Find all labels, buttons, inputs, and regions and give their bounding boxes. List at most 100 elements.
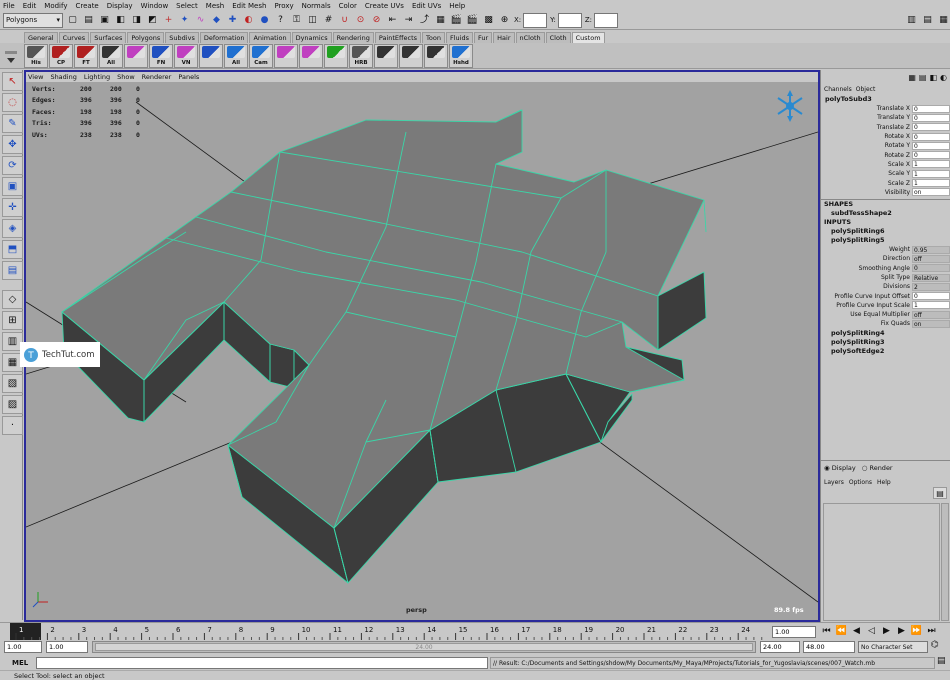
attr-value[interactable]: 0 [912,104,950,113]
attr-value[interactable]: on [912,188,950,197]
show-channel-box-icon[interactable]: ▦ [937,13,950,27]
play-forward-icon[interactable]: ▶ [880,625,893,638]
channel-attr-row[interactable]: Rotate X0 [821,132,950,141]
step-back-key-icon[interactable]: ⏪ [835,625,848,638]
viewport-canvas[interactable] [26,82,818,620]
mask-curves-icon[interactable]: ∿ [194,13,207,27]
channel-attr-row[interactable]: Profile Curve Input Offset 0 [821,291,950,301]
channel-attr-row[interactable]: Scale Y1 [821,169,950,178]
attr-value[interactable]: 1 [912,301,950,310]
shelf-button-0[interactable]: His [24,43,48,68]
shelf-tab-custom[interactable]: Custom [571,32,605,43]
polygon-model[interactable] [61,109,707,584]
channel-attr-row[interactable]: Weight 0.95 [821,245,950,254]
render-radio[interactable]: ○ Render [862,464,893,472]
shelf-button-3[interactable]: All [99,43,123,68]
shelf-tab-dynamics[interactable]: Dynamics [291,32,332,43]
move-tool-icon[interactable]: ✥ [2,135,23,154]
menu-item-edit-uvs[interactable]: Edit UVs [412,2,441,10]
attr-value[interactable]: 1 [912,160,950,169]
snap-grid-icon[interactable]: # [322,13,335,27]
channel-attr-row[interactable]: Split Type Relative [821,273,950,282]
hypershade-layout-icon[interactable]: ▧ [2,374,23,393]
script-editor-icon[interactable]: ▤ [937,656,946,666]
mel-command-input[interactable] [36,657,488,669]
last-tool-icon[interactable]: ▤ [2,261,23,280]
shelf-tab-toon[interactable]: Toon [422,32,445,43]
shelf-button-1[interactable]: CP [49,43,73,68]
x-field[interactable] [523,12,548,28]
go-to-start-icon[interactable]: ⏮ [820,625,833,638]
channel-attr-row[interactable]: Direction off [821,254,950,263]
mask-surfaces-icon[interactable]: ◆ [210,13,223,27]
attr-value[interactable]: 0 [912,123,950,132]
channel-attr-row[interactable]: Divisions 2 [821,282,950,291]
snap-view-plane-icon[interactable]: ⊘ [370,13,383,27]
menu-item-color[interactable]: Color [339,2,357,10]
channel-box-toggle-icon[interactable]: ▦ [908,73,916,82]
shelf-tab-general[interactable]: General [24,32,58,43]
single-perspective-layout-icon[interactable]: ◇ [2,290,23,309]
range-slider-handle[interactable]: 24.00 [95,643,753,651]
input-node[interactable]: polySplitRing4 [821,329,950,338]
shape-node[interactable]: subdTessShape2 [821,209,950,218]
viewport-menu-lighting[interactable]: Lighting [84,73,110,81]
channel-attr-row[interactable]: Scale Z1 [821,178,950,188]
mask-joints-icon[interactable]: ✦ [178,13,191,27]
shelf-button-12[interactable] [324,43,348,68]
attr-value[interactable]: 2 [912,282,950,291]
viewport-menu-view[interactable]: View [28,73,43,81]
playback-start-field[interactable] [46,641,88,653]
end-time-field[interactable] [803,641,855,653]
shelf-tab-deformation[interactable]: Deformation [199,32,249,43]
create-layer-icon[interactable]: ▤ [933,487,947,499]
channel-attr-row[interactable]: Translate Z0 [821,123,950,132]
viewport-menu-renderer[interactable]: Renderer [142,73,172,81]
options-menu[interactable]: Options [849,479,872,486]
viewport-menu-show[interactable]: Show [117,73,135,81]
shelf-tab-subdivs[interactable]: Subdivs [165,32,199,43]
shelf-button-14[interactable] [374,43,398,68]
time-ruler[interactable]: 1 2 3 4 5 6 7 8 9 10 11 12 13 14 15 16 17 18 19 20 21 22 23 24 [0,623,770,640]
menu-item-modify[interactable]: Modify [44,2,67,10]
universal-manip-icon[interactable]: ✛ [2,198,23,217]
mel-label[interactable]: MEL [4,657,34,669]
input-node[interactable]: polySplitRing5 [821,236,950,245]
menu-item-create-uvs[interactable]: Create UVs [365,2,404,10]
menu-item-help[interactable]: Help [449,2,465,10]
current-frame-field[interactable] [772,626,816,638]
menu-item-select[interactable]: Select [176,2,198,10]
new-scene-icon[interactable]: ▢ [66,13,79,27]
shelf-button-9[interactable]: Cam [249,43,273,68]
shelf-button-16[interactable] [424,43,448,68]
menu-item-create[interactable]: Create [75,2,98,10]
shelf-button-2[interactable]: FT [74,43,98,68]
shelf-button-10[interactable] [274,43,298,68]
select-hierarchy-icon[interactable]: ◧ [114,13,127,27]
z-field[interactable] [594,12,619,28]
render-view-icon[interactable]: ▦ [434,13,447,27]
select-tool-icon[interactable]: ↖ [2,72,23,91]
shelf-button-15[interactable] [399,43,423,68]
construction-history-icon[interactable]: ⤴ [418,13,431,27]
shelf-tab-animation[interactable]: Animation [249,32,291,43]
rotate-tool-icon[interactable]: ⟳ [2,156,23,175]
select-object-icon[interactable]: ◨ [130,13,143,27]
step-forward-frame-icon[interactable]: ▶ [895,625,908,638]
channel-attr-row[interactable]: Rotate Z0 [821,150,950,160]
menu-item-edit-mesh[interactable]: Edit Mesh [232,2,266,10]
viewport-menu-panels[interactable]: Panels [178,73,199,81]
shelf-button-5[interactable]: FN [149,43,173,68]
attr-value[interactable]: 0 [912,132,950,141]
time-slider[interactable]: 1 2 3 4 5 6 7 8 9 10 11 12 13 14 15 16 17 18 19 20 21 22 23 24 … [0,622,950,640]
show-manip-icon[interactable]: ⬒ [2,240,23,259]
lock-selection-icon[interactable]: ⚿ [290,13,303,27]
attr-value[interactable]: 1 [912,169,950,178]
step-forward-key-icon[interactable]: ⏩ [910,625,923,638]
scale-tool-icon[interactable]: ▣ [2,177,23,196]
channel-attr-row[interactable]: Fix Quads on [821,319,950,328]
ipr-render-icon[interactable]: 🎬 [466,13,479,27]
lasso-tool-icon[interactable]: ◌ [2,93,23,112]
mask-deformations-icon[interactable]: ✚ [226,13,239,27]
auto-key-icon[interactable]: ⌬ [931,640,939,650]
